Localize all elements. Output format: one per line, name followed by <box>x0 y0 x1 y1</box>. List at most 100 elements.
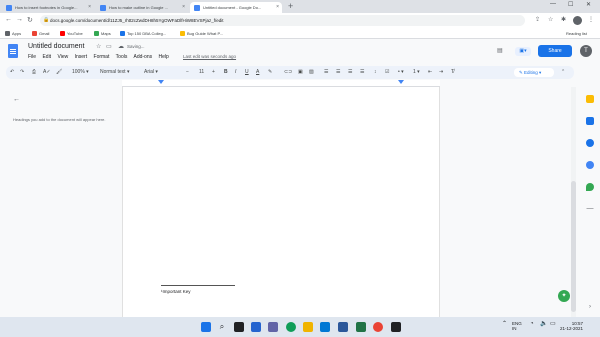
chrome-icon[interactable] <box>373 322 383 332</box>
bookmark-youtube[interactable]: YouTube <box>60 29 83 39</box>
share-page-icon[interactable]: ⇪ <box>535 16 540 23</box>
star-icon[interactable]: ☆ <box>96 43 101 50</box>
excel-icon[interactable] <box>356 322 366 332</box>
clear-formatting-icon[interactable]: T̸ <box>451 66 454 79</box>
last-edit-link[interactable]: Last edit was seconds ago <box>183 54 236 59</box>
left-indent-marker[interactable] <box>158 80 164 84</box>
word-icon[interactable] <box>338 322 348 332</box>
font-size-decrease-icon[interactable]: − <box>186 66 189 79</box>
new-tab-icon[interactable]: + <box>288 1 293 11</box>
numbered-list-icon[interactable]: 1 ▾ <box>413 66 420 79</box>
menu-file[interactable]: File <box>28 54 36 60</box>
text-color-icon[interactable]: A <box>256 66 259 79</box>
extensions-icon[interactable]: ✱ <box>561 16 566 23</box>
task-view-icon[interactable] <box>234 322 244 332</box>
bookmark-maps[interactable]: Maps <box>94 29 111 39</box>
print-icon[interactable]: ⎙ <box>32 66 36 79</box>
zoom-select[interactable]: 100% ▾ <box>72 66 89 79</box>
forward-icon[interactable]: → <box>16 16 23 23</box>
avatar[interactable]: T <box>580 45 592 57</box>
more-menu-icon[interactable]: ⋮ <box>588 16 594 23</box>
menu-edit[interactable]: Edit <box>42 54 51 60</box>
insert-image-icon[interactable]: ▨ <box>309 66 314 79</box>
close-tab-icon[interactable]: × <box>276 2 279 13</box>
language-indicator[interactable]: ENG IN <box>512 321 522 331</box>
bulleted-list-icon[interactable]: • ▾ <box>398 66 404 79</box>
file-explorer-icon[interactable] <box>303 322 313 332</box>
justify-icon[interactable]: ☰ <box>360 66 364 79</box>
bookmark-gmail[interactable]: Gmail <box>32 29 49 39</box>
widgets-icon[interactable] <box>251 322 261 332</box>
insert-link-icon[interactable]: ⊂⊃ <box>284 66 292 79</box>
font-select[interactable]: Arial ▾ <box>144 66 158 79</box>
bookmark-apps[interactable]: Apps <box>5 29 21 39</box>
explore-icon[interactable]: ✦ <box>558 290 570 302</box>
back-icon[interactable]: ← <box>5 16 12 23</box>
menu-view[interactable]: View <box>57 54 68 60</box>
editing-mode-select[interactable]: ✎ Editing ▾ <box>514 68 554 77</box>
bookmark-bug-guide[interactable]: Bug Guide What P... <box>180 29 223 39</box>
profile-avatar[interactable] <box>573 16 582 25</box>
teams-icon[interactable] <box>268 322 278 332</box>
maximize-icon[interactable]: ☐ <box>568 1 573 8</box>
menu-format[interactable]: Format <box>94 54 110 60</box>
spellcheck-icon[interactable]: A✓ <box>43 66 51 79</box>
ruler[interactable] <box>122 80 440 87</box>
redo-icon[interactable]: ↷ <box>20 66 24 79</box>
docs-logo-icon[interactable] <box>8 44 18 58</box>
calendar-icon[interactable] <box>586 117 594 125</box>
move-folder-icon[interactable]: ▭ <box>106 43 112 50</box>
bookmark-dba[interactable]: Top 150 DBA Colleg... <box>120 29 166 39</box>
close-outline-icon[interactable]: ← <box>13 96 20 103</box>
browser-tab-active[interactable]: Untitled document - Google Do... × <box>190 2 282 13</box>
menu-insert[interactable]: Insert <box>75 54 88 60</box>
align-center-icon[interactable]: ☰ <box>336 66 340 79</box>
style-select[interactable]: Normal text ▾ <box>100 66 129 79</box>
edge-icon[interactable] <box>286 322 296 332</box>
browser-tab[interactable]: How to make outline in Google ... × <box>96 2 188 13</box>
font-size-input[interactable]: 11 <box>199 66 204 79</box>
document-page[interactable]: ¹Important Key <box>122 87 440 317</box>
meet-button[interactable]: ▣▾ <box>515 47 531 56</box>
align-right-icon[interactable]: ☰ <box>348 66 352 79</box>
close-window-icon[interactable]: ✕ <box>586 1 591 8</box>
maps-icon[interactable] <box>586 183 594 191</box>
align-left-icon[interactable]: ☰ <box>324 66 328 79</box>
italic-icon[interactable]: I <box>235 66 236 79</box>
undo-icon[interactable]: ↶ <box>10 66 14 79</box>
menu-tools[interactable]: Tools <box>116 54 128 60</box>
keep-icon[interactable] <box>586 95 594 103</box>
comments-icon[interactable]: ▤ <box>497 47 503 54</box>
app-icon[interactable] <box>391 322 401 332</box>
document-title[interactable]: Untitled document <box>28 43 84 50</box>
line-spacing-icon[interactable]: ↕ <box>374 66 377 79</box>
start-icon[interactable] <box>201 322 211 332</box>
underline-icon[interactable]: U <box>245 66 249 79</box>
volume-icon[interactable]: 🔈 <box>540 321 547 327</box>
increase-indent-icon[interactable]: ⇥ <box>439 66 443 79</box>
scrollbar-thumb[interactable] <box>571 181 576 312</box>
bold-icon[interactable]: B <box>224 66 228 79</box>
menu-help[interactable]: Help <box>159 54 169 60</box>
font-size-increase-icon[interactable]: + <box>212 66 215 79</box>
decrease-indent-icon[interactable]: ⇤ <box>428 66 432 79</box>
checklist-icon[interactable]: ☑ <box>385 66 389 79</box>
url-input[interactable]: 🔒 docs.google.com/document/d/11ZJ5_rhtt2… <box>40 15 525 26</box>
browser-tab[interactable]: How to insert footnotes in Google... × <box>2 2 94 13</box>
tasks-icon[interactable] <box>586 139 594 147</box>
footnote-text[interactable]: ¹Important Key <box>161 289 191 294</box>
share-button[interactable]: Share <box>538 45 572 57</box>
reading-list[interactable]: Reading list <box>566 29 587 39</box>
menu-addons[interactable]: Add-ons <box>133 54 152 60</box>
close-tab-icon[interactable]: × <box>182 2 185 13</box>
reload-icon[interactable]: ↻ <box>27 16 33 24</box>
minimize-icon[interactable]: — <box>550 1 556 7</box>
close-tab-icon[interactable]: × <box>88 2 91 13</box>
search-icon[interactable]: ⌕ <box>217 322 227 332</box>
contacts-icon[interactable] <box>586 161 594 169</box>
clock[interactable]: 10:57 21-12-2021 <box>560 321 583 331</box>
get-addons-icon[interactable]: — <box>586 205 594 213</box>
right-indent-marker[interactable] <box>398 80 404 84</box>
wifi-icon[interactable]: ◔ <box>530 321 534 327</box>
collapse-toolbar-icon[interactable]: ⌃ <box>561 66 565 79</box>
